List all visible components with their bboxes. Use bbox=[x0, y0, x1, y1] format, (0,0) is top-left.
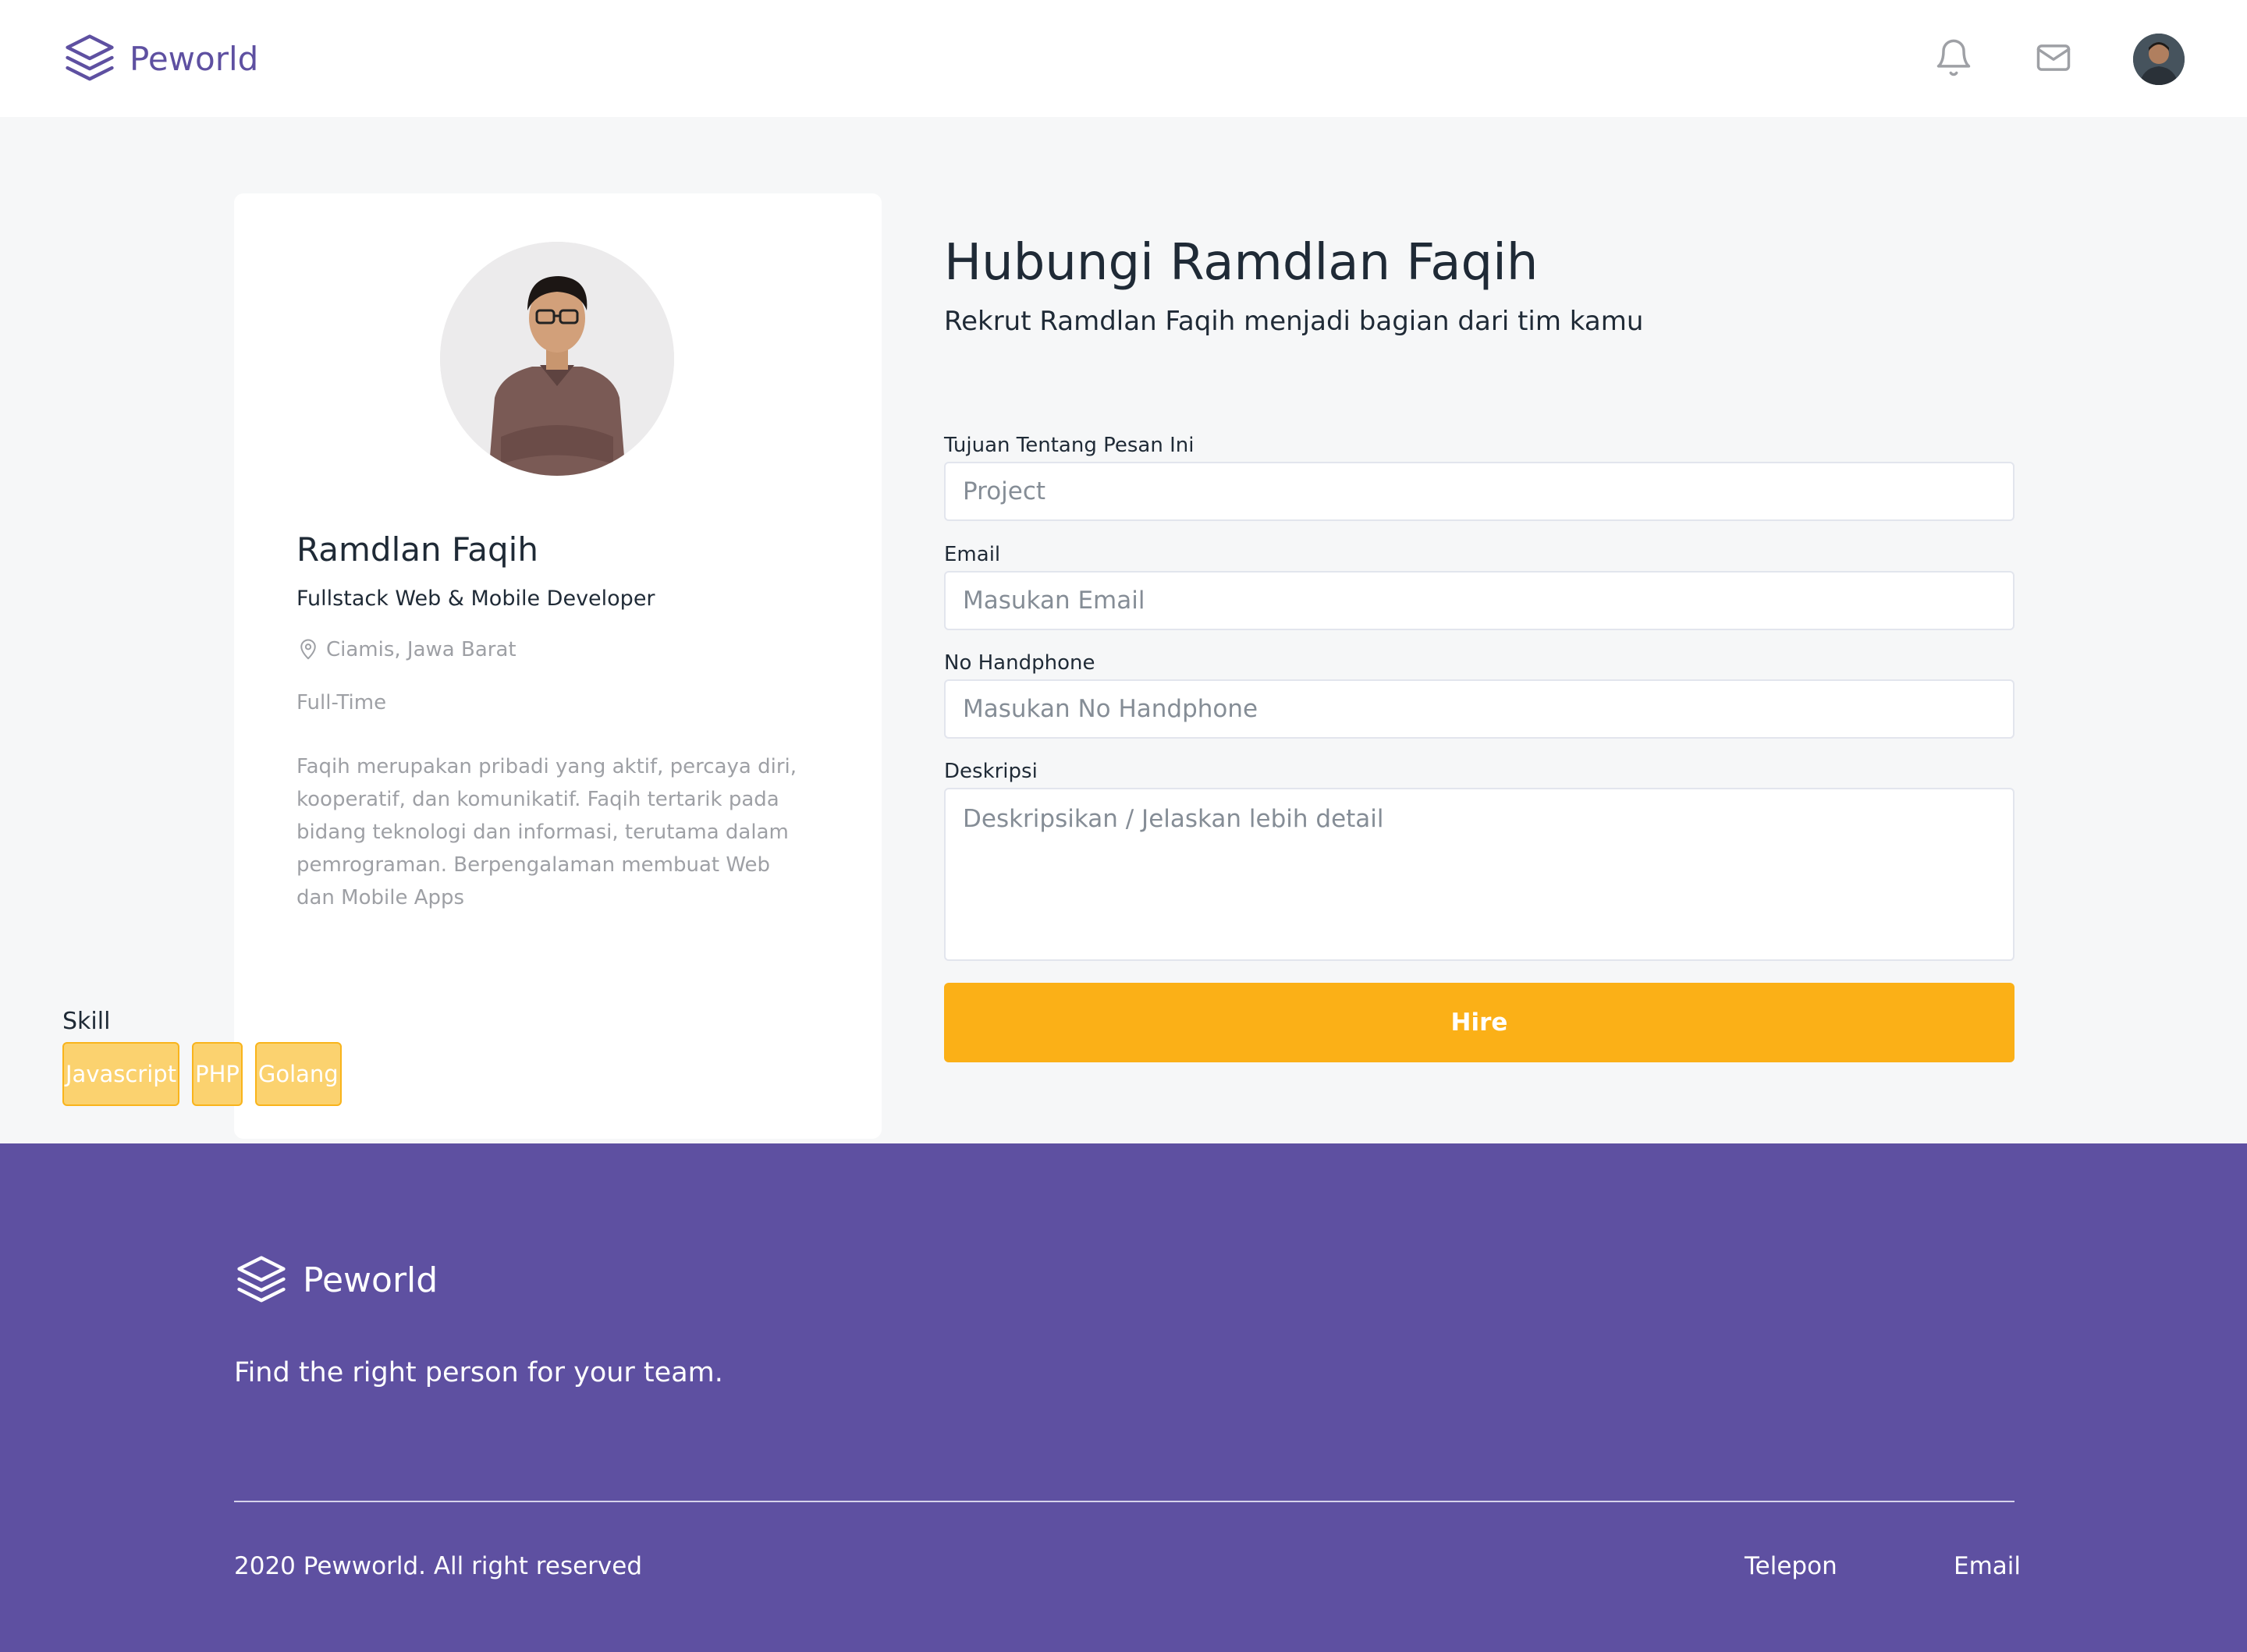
mail-icon bbox=[2036, 44, 2071, 71]
job-type: Full-Time bbox=[296, 691, 387, 714]
profile-location: Ciamis, Jawa Barat bbox=[296, 638, 516, 661]
footer-link-email[interactable]: Email bbox=[1954, 1552, 2021, 1580]
messages-button[interactable] bbox=[2029, 33, 2078, 83]
skill-chip: Golang bbox=[254, 1042, 342, 1106]
map-pin-icon bbox=[300, 639, 316, 660]
profile-photo bbox=[440, 242, 674, 476]
contact-subtitle: Rekrut Ramdlan Faqih menjadi bagian dari… bbox=[944, 306, 1644, 337]
location-text: Ciamis, Jawa Barat bbox=[326, 638, 516, 661]
layers-logo-icon bbox=[66, 34, 114, 81]
avatar-image-icon bbox=[2133, 34, 2185, 85]
footer-link-telepon[interactable]: Telepon bbox=[1745, 1552, 1837, 1580]
footer-brand-name: Peworld bbox=[303, 1260, 438, 1300]
email-input[interactable] bbox=[944, 571, 2014, 630]
profile-card: Ramdlan Faqih Fullstack Web & Mobile Dev… bbox=[234, 193, 882, 1139]
user-avatar[interactable] bbox=[2133, 34, 2185, 85]
purpose-label: Tujuan Tentang Pesan Ini bbox=[944, 434, 1194, 457]
brand-logo-link[interactable]: Peworld bbox=[62, 31, 258, 86]
skill-chip: Javascript bbox=[62, 1042, 180, 1106]
notification-button[interactable] bbox=[1929, 33, 1979, 83]
purpose-input[interactable] bbox=[944, 462, 2014, 521]
skill-list: Javascript PHP Golang bbox=[62, 1042, 342, 1106]
brand-name: Peworld bbox=[130, 39, 259, 78]
footer-copyright: 2020 Pewworld. All right reserved bbox=[234, 1552, 643, 1580]
skill-title: Skill bbox=[62, 1008, 111, 1035]
description-textarea[interactable] bbox=[944, 788, 2014, 961]
hire-button[interactable]: Hire bbox=[944, 983, 2014, 1062]
phone-input[interactable] bbox=[944, 679, 2014, 739]
footer-tagline: Find the right person for your team. bbox=[234, 1357, 723, 1388]
navbar: Peworld bbox=[0, 0, 2247, 117]
profile-description: Faqih merupakan pribadi yang aktif, perc… bbox=[296, 755, 797, 909]
footer-divider bbox=[234, 1501, 2014, 1502]
profile-role: Fullstack Web & Mobile Developer bbox=[296, 587, 655, 611]
bell-icon bbox=[1936, 39, 1971, 76]
contact-title: Hubungi Ramdlan Faqih bbox=[944, 234, 1539, 292]
profile-person-icon bbox=[440, 242, 674, 476]
phone-label: No Handphone bbox=[944, 651, 1095, 675]
email-label: Email bbox=[944, 543, 1001, 566]
footer: Peworld Find the right person for your t… bbox=[0, 1143, 2247, 1652]
layers-logo-icon bbox=[237, 1256, 286, 1303]
footer-brand: Peworld bbox=[234, 1253, 438, 1307]
profile-name: Ramdlan Faqih bbox=[296, 530, 538, 569]
skill-chip: PHP bbox=[192, 1042, 243, 1106]
description-label: Deskripsi bbox=[944, 760, 1038, 783]
